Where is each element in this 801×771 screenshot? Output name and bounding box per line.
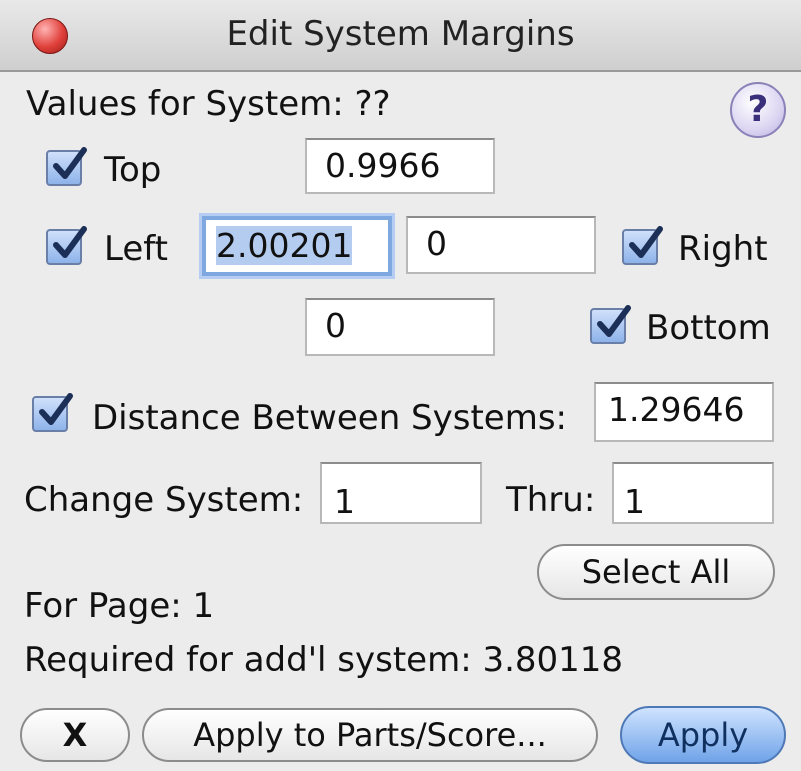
- apply-button[interactable]: Apply: [620, 706, 786, 764]
- checkmark-icon: [597, 305, 631, 337]
- required-space-label: Required for add'l system: 3.80118: [24, 640, 624, 680]
- distance-label: Distance Between Systems:: [92, 398, 568, 438]
- right-margin-field[interactable]: 0: [406, 216, 596, 274]
- apply-to-parts-score-button[interactable]: Apply to Parts/Score...: [142, 708, 598, 762]
- checkmark-icon: [53, 226, 87, 258]
- distance-field[interactable]: 1.29646: [594, 382, 774, 442]
- top-margin-field[interactable]: 0.9966: [305, 138, 495, 194]
- thru-field[interactable]: 1: [612, 462, 774, 524]
- title-bar: Edit System Margins: [0, 0, 801, 72]
- top-checkbox[interactable]: [46, 147, 87, 186]
- bottom-label: Bottom: [646, 308, 771, 348]
- left-margin-field[interactable]: 2.00201: [202, 216, 392, 276]
- help-button[interactable]: ?: [730, 82, 786, 138]
- select-all-button[interactable]: Select All: [537, 544, 775, 600]
- cancel-button[interactable]: X: [20, 708, 130, 762]
- for-page-label: For Page: 1: [24, 586, 215, 626]
- right-label: Right: [678, 229, 768, 269]
- change-system-field[interactable]: 1: [320, 462, 482, 524]
- top-label: Top: [104, 150, 162, 190]
- bottom-checkbox[interactable]: [590, 305, 631, 344]
- values-for-system-label: Values for System: ??: [26, 84, 391, 124]
- window-title: Edit System Margins: [226, 14, 575, 54]
- left-checkbox[interactable]: [46, 226, 87, 265]
- checkmark-icon: [39, 393, 73, 425]
- bottom-margin-field[interactable]: 0: [305, 298, 495, 356]
- checkmark-icon: [629, 226, 663, 258]
- checkmark-icon: [53, 147, 87, 179]
- change-system-label: Change System:: [24, 480, 304, 520]
- left-label: Left: [104, 229, 168, 269]
- right-checkbox[interactable]: [622, 226, 663, 265]
- distance-checkbox[interactable]: [32, 393, 73, 432]
- thru-label: Thru:: [506, 480, 596, 520]
